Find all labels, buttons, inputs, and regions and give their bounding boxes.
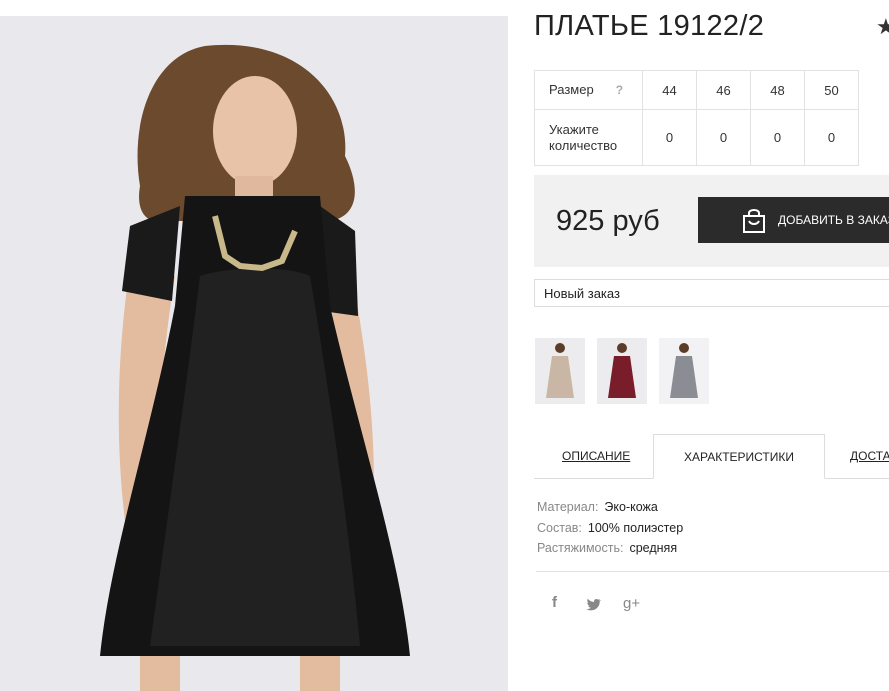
size-label-cell: Размер? [534,70,643,110]
characteristics-list: Материал: Эко-кожа Состав: 100% полиэстер … [537,497,683,559]
quantity-50[interactable]: 0 [804,109,859,166]
star-icon[interactable]: ★ [876,14,889,40]
help-icon[interactable]: ? [616,83,623,97]
thumbnail-grey-dress[interactable] [659,338,709,404]
facebook-icon[interactable]: f [552,594,557,611]
quantity-46[interactable]: 0 [696,109,751,166]
tab-description[interactable]: ОПИСАНИЕ [562,434,630,479]
buy-panel: 925 руб ДОБАВИТЬ В ЗАКАЗ [534,175,889,267]
prop-value: 100% полиэстер [587,520,684,535]
product-photo[interactable] [0,16,508,691]
size-label: Размер [549,82,594,97]
prop-key: Материал: [537,500,599,514]
twitter-icon[interactable] [586,598,602,612]
quantity-48[interactable]: 0 [750,109,805,166]
size-50: 50 [804,70,859,110]
divider [536,571,889,572]
size-44: 44 [642,70,697,110]
prop-key: Растяжимость: [537,541,624,555]
prop-key: Состав: [537,520,582,535]
prop-row: Растяжимость: средняя [537,538,683,559]
quantity-label: Укажите количество [534,109,643,166]
thumbnail-burgundy-dress[interactable] [597,338,647,404]
size-table: Размер? 44 46 48 50 Укажите количество 0… [534,70,859,166]
prop-value: средняя [629,541,678,555]
google-plus-icon[interactable]: g+ [623,595,640,612]
tab-delivery[interactable]: ДОСТАВКА [850,434,889,479]
size-48: 48 [750,70,805,110]
tab-characteristics[interactable]: ХАРАКТЕРИСТИКИ [653,434,825,479]
product-title: ПЛАТЬЕ 19122/2 [534,10,765,42]
prop-value: Эко-кожа [604,500,658,514]
add-to-order-label: ДОБАВИТЬ В ЗАКАЗ [778,213,889,227]
shopping-bag-icon [743,209,765,233]
quantity-44[interactable]: 0 [642,109,697,166]
price: 925 руб [556,205,660,237]
tab-delivery-label: ДОСТАВКА [850,449,889,463]
size-46: 46 [696,70,751,110]
order-select[interactable]: Новый заказ [534,279,889,307]
prop-row: Материал: Эко-кожа [537,497,683,518]
prop-row: Состав: 100% полиэстер [537,518,683,539]
add-to-order-button[interactable]: ДОБАВИТЬ В ЗАКАЗ [698,197,889,243]
tab-description-label: ОПИСАНИЕ [562,449,631,463]
thumbnail-beige-dress[interactable] [535,338,585,404]
